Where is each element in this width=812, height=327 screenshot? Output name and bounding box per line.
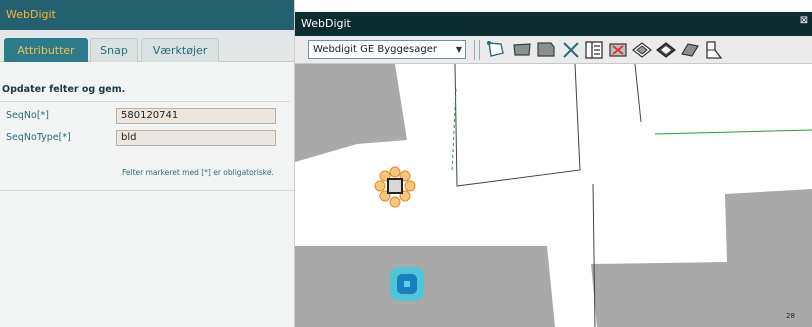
parcel-boundary xyxy=(592,183,596,327)
parcel xyxy=(295,246,555,327)
map-canvas[interactable]: 28 xyxy=(295,64,812,327)
draw-polygon-icon[interactable] xyxy=(511,39,533,61)
field-seqnotype: SeqNoType[*] bld xyxy=(0,130,290,148)
field-seqno: SeqNo[*] 580120741 xyxy=(0,108,290,126)
digitize-toolbar: Webdigit GE Byggesager ▼ xyxy=(295,36,812,64)
seqno-input[interactable]: 580120741 xyxy=(116,108,276,124)
tab-label: Værktøjer xyxy=(152,44,208,57)
webdigit-side-panel: WebDigit Attributter Snap Værktøjer Opda… xyxy=(0,0,295,327)
layer-select[interactable]: Webdigit GE Byggesager ▼ xyxy=(308,40,466,59)
parcel xyxy=(295,64,407,162)
required-fields-note: Felter markeret med [*] er obligatoriske… xyxy=(122,168,274,177)
split-feature-icon[interactable] xyxy=(703,39,725,61)
form-heading: Opdater felter og gem. xyxy=(0,62,290,102)
rotate-feature-icon[interactable] xyxy=(655,39,677,61)
close-icon[interactable]: ⊠ xyxy=(796,15,812,27)
parcel xyxy=(591,189,812,327)
divider xyxy=(0,190,294,191)
toolbar-separator xyxy=(479,40,480,60)
parcel-boundary xyxy=(454,64,581,187)
panel-title: WebDigit xyxy=(6,8,56,21)
move-feature-icon[interactable] xyxy=(631,39,653,61)
panel-header: WebDigit xyxy=(0,0,294,30)
parcel-boundary xyxy=(634,64,642,123)
attribute-form: Opdater felter og gem. SeqNo[*] 58012074… xyxy=(0,62,294,148)
tab-label: Snap xyxy=(100,44,128,57)
tab-label: Attributter xyxy=(17,44,75,57)
seqnotype-input[interactable]: bld xyxy=(116,130,276,146)
parcel-number-label: 28 xyxy=(786,312,795,320)
map-title: WebDigit xyxy=(301,17,351,30)
delete-feature-icon[interactable] xyxy=(607,39,629,61)
seqno-label: SeqNo[*] xyxy=(6,110,49,121)
chevron-down-icon: ▼ xyxy=(455,45,462,54)
map-window: WebDigit ⊠ Webdigit GE Byggesager ▼ 28 xyxy=(295,12,812,327)
tab-snap[interactable]: Snap xyxy=(90,38,138,62)
parcel-boundary xyxy=(654,129,812,135)
reshape-feature-icon[interactable] xyxy=(679,39,701,61)
toolbar-separator xyxy=(474,40,475,60)
parcel-boundary xyxy=(451,88,457,173)
draw-rectangle-icon[interactable] xyxy=(535,39,557,61)
seqnotype-label: SeqNoType[*] xyxy=(6,132,71,143)
map-titlebar[interactable]: WebDigit ⊠ xyxy=(295,12,812,36)
layer-select-value: Webdigit GE Byggesager xyxy=(313,44,437,55)
panel-tabs: Attributter Snap Værktøjer xyxy=(0,30,294,62)
delete-icon[interactable] xyxy=(560,39,582,61)
selected-point-marker[interactable] xyxy=(389,266,425,302)
tab-attributter[interactable]: Attributter xyxy=(4,38,88,62)
edit-attributes-icon[interactable] xyxy=(583,39,605,61)
tab-vaerktoejer[interactable]: Værktøjer xyxy=(141,38,219,62)
vertex-handles[interactable] xyxy=(371,164,419,212)
draw-polyline-icon[interactable] xyxy=(485,39,507,61)
